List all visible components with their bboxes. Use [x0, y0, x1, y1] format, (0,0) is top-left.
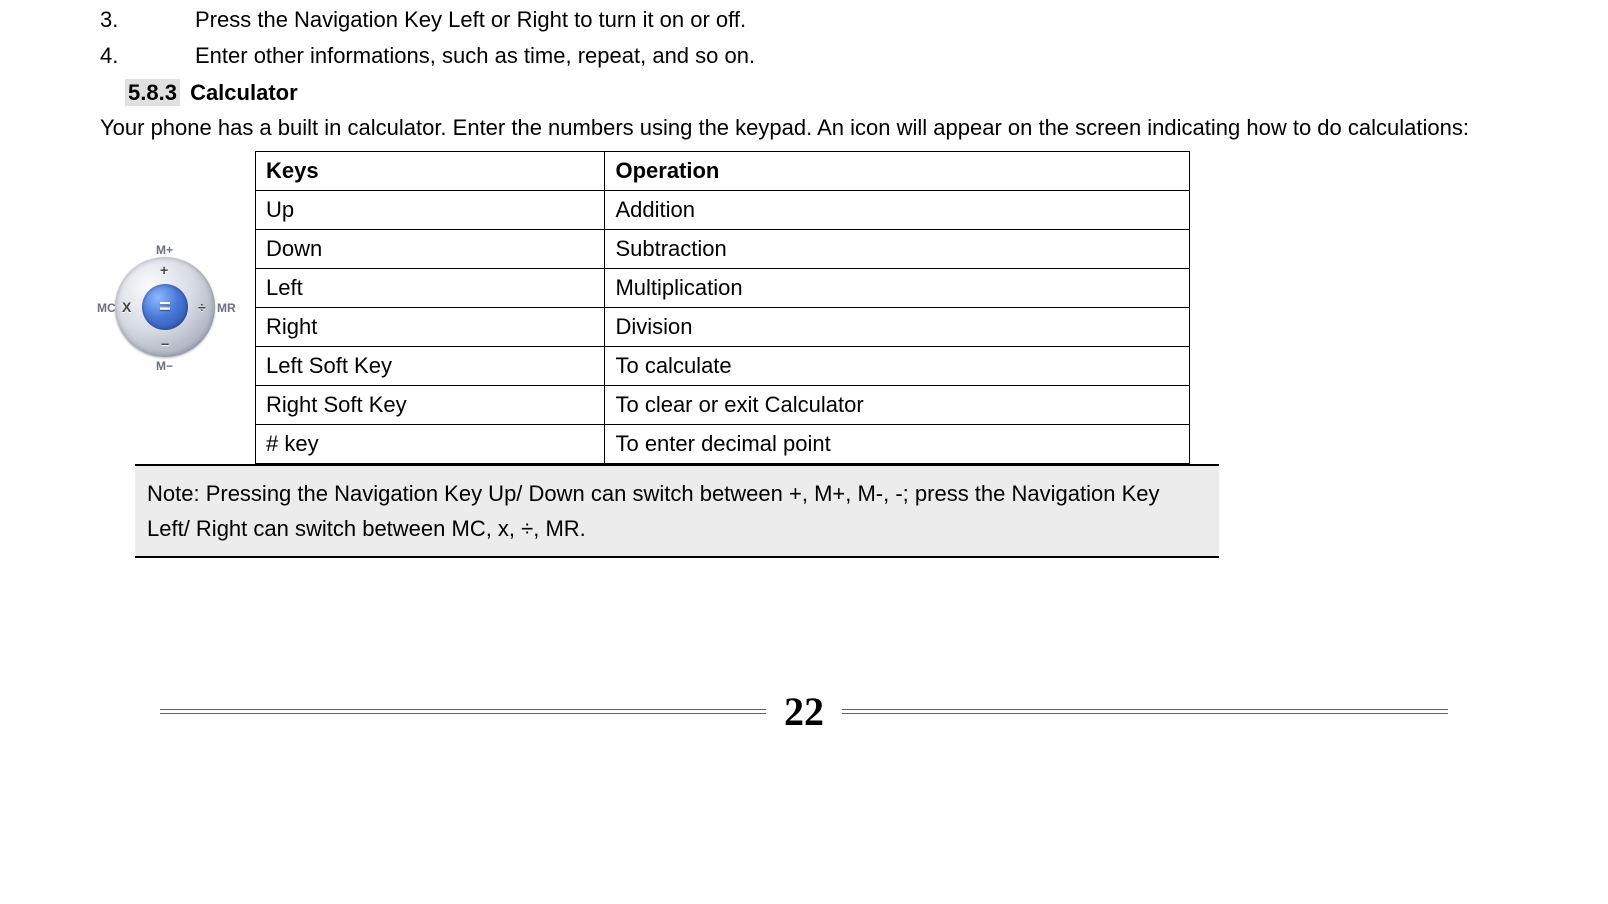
cell-operation: To calculate: [605, 346, 1190, 385]
intro-text: Your phone has a built in calculator. En…: [100, 110, 1508, 145]
table-row: Down Subtraction: [256, 229, 1190, 268]
cell-keys: Up: [256, 190, 605, 229]
section-heading: 5.8.3 Calculator: [125, 80, 1508, 106]
dpad-center-icon: =: [142, 284, 188, 330]
cell-operation: To clear or exit Calculator: [605, 385, 1190, 424]
footer-line-right: [842, 709, 1448, 714]
cell-operation: To enter decimal point: [605, 424, 1190, 463]
dpad-mplus-label: M+: [156, 243, 173, 257]
section-number: 5.8.3: [125, 79, 180, 106]
section-title: Calculator: [190, 80, 298, 105]
table-header-row: Keys Operation: [256, 151, 1190, 190]
footer-line-left: [160, 709, 766, 714]
list-text: Enter other informations, such as time, …: [195, 41, 1508, 72]
dpad-plus-icon: +: [160, 262, 168, 278]
cell-keys: Left Soft Key: [256, 346, 605, 385]
dpad-div-icon: ÷: [198, 299, 206, 315]
dpad-times-icon: X: [122, 299, 131, 315]
table-header-keys: Keys: [256, 151, 605, 190]
dpad-mc-label: MC: [97, 301, 116, 315]
list-number: 4.: [100, 41, 195, 72]
cell-keys: Right Soft Key: [256, 385, 605, 424]
note-box: Note: Pressing the Navigation Key Up/ Do…: [135, 464, 1219, 558]
table-row: Left Multiplication: [256, 268, 1190, 307]
table-row: Right Soft Key To clear or exit Calculat…: [256, 385, 1190, 424]
cell-operation: Addition: [605, 190, 1190, 229]
cell-operation: Subtraction: [605, 229, 1190, 268]
table-row: Left Soft Key To calculate: [256, 346, 1190, 385]
list-text: Press the Navigation Key Left or Right t…: [195, 5, 1508, 36]
table-header-operation: Operation: [605, 151, 1190, 190]
page-number: 22: [766, 688, 842, 735]
table-row: Up Addition: [256, 190, 1190, 229]
calculator-table: Keys Operation Up Addition Down Subtract…: [255, 151, 1190, 464]
dpad-mminus-label: M−: [156, 359, 173, 373]
cell-keys: Right: [256, 307, 605, 346]
content-row: = + − X ÷ M+ M− MC MR Keys Operation Up …: [100, 151, 1508, 464]
table-row: Right Division: [256, 307, 1190, 346]
list-item: 3. Press the Navigation Key Left or Righ…: [100, 5, 1508, 36]
cell-operation: Division: [605, 307, 1190, 346]
page-content: 3. Press the Navigation Key Left or Righ…: [0, 5, 1608, 755]
page-footer: 22: [100, 688, 1508, 755]
list-item: 4. Enter other informations, such as tim…: [100, 41, 1508, 72]
dpad-mr-label: MR: [217, 301, 236, 315]
table-row: # key To enter decimal point: [256, 424, 1190, 463]
calculator-dpad-icon: = + − X ÷ M+ M− MC MR: [100, 242, 230, 372]
cell-keys: Down: [256, 229, 605, 268]
table-column: Keys Operation Up Addition Down Subtract…: [255, 151, 1190, 464]
list-number: 3.: [100, 5, 195, 36]
cell-keys: Left: [256, 268, 605, 307]
cell-operation: Multiplication: [605, 268, 1190, 307]
cell-keys: # key: [256, 424, 605, 463]
dpad-minus-icon: −: [161, 336, 169, 352]
icon-column: = + − X ÷ M+ M− MC MR: [100, 242, 255, 372]
